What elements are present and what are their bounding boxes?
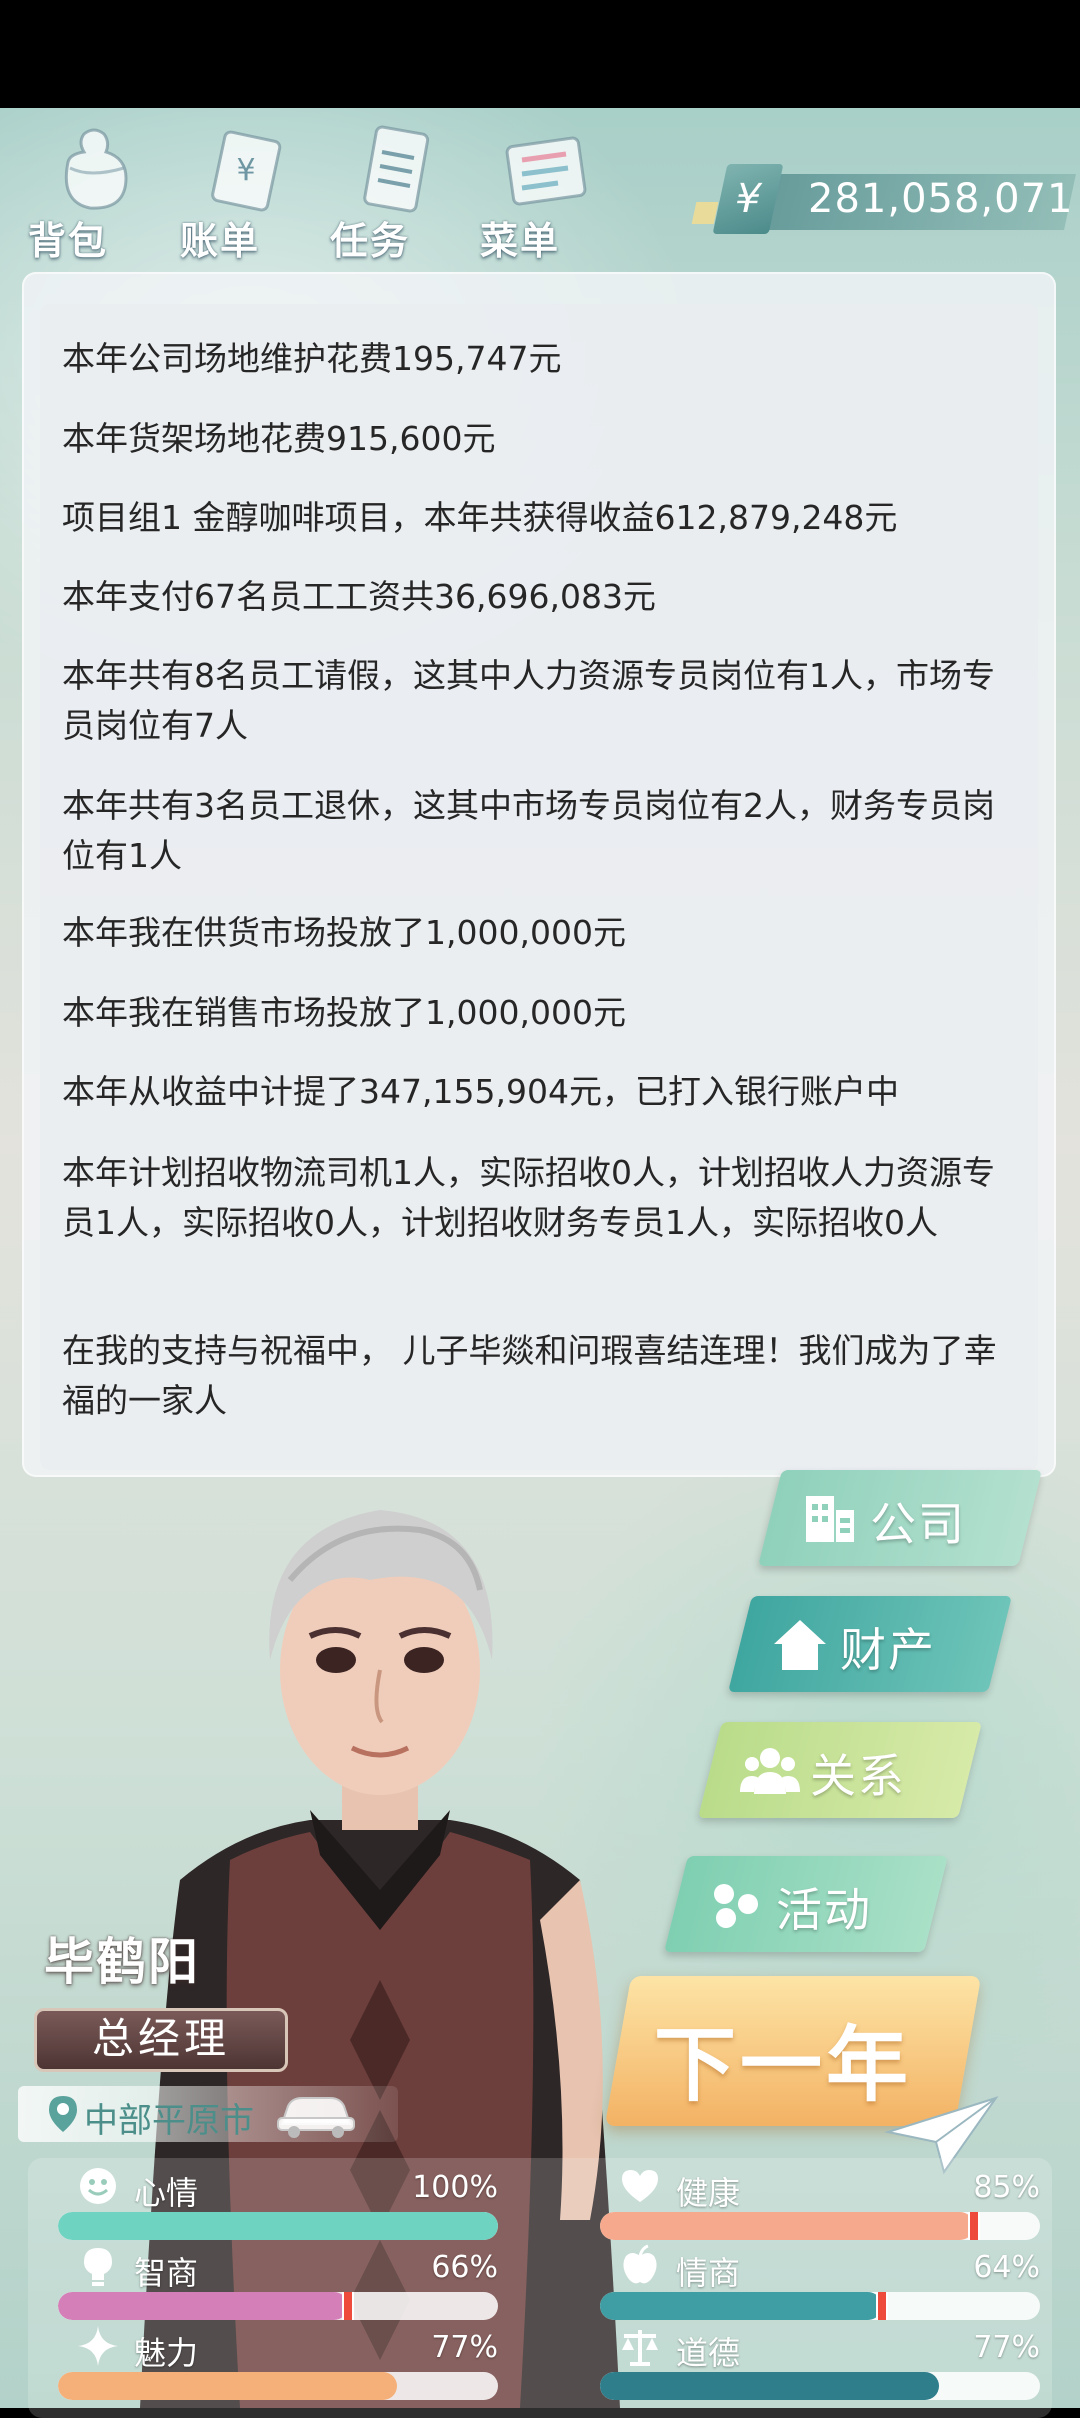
location-label: 中部平原市	[84, 2101, 254, 2141]
report-line: 本年从收益中计提了347,155,904元，已打入银行账户中	[62, 1072, 899, 1111]
stat-eq-marker	[875, 2292, 888, 2320]
stat-charm: 魅力 77%	[58, 2326, 498, 2402]
building-icon	[806, 1496, 854, 1542]
stat-iq-track	[58, 2292, 498, 2320]
money-display: ¥ 281,058,071	[691, 164, 1076, 234]
status-bar	[0, 0, 1080, 108]
property-button[interactable]: 财产	[728, 1596, 1012, 1692]
bag-label: 背包	[28, 219, 109, 263]
sparkle-icon	[78, 2326, 118, 2366]
report-line: 项目组1 金醇咖啡项目，本年共获得收益612,879,248元	[62, 498, 898, 537]
stat-mood-label: 心情	[134, 2174, 199, 2212]
report-line: 本年我在供货市场投放了1,000,000元	[62, 913, 626, 952]
bag-button[interactable]: 背包	[28, 118, 158, 263]
tasks-button[interactable]: 任务	[330, 118, 460, 263]
scales-icon	[622, 2330, 658, 2366]
lightbulb-icon	[84, 2248, 112, 2286]
stat-iq-marker	[342, 2292, 355, 2320]
stat-charm-label: 魅力	[134, 2334, 199, 2372]
stat-health-track	[600, 2212, 1040, 2240]
svg-text:¥: ¥	[236, 153, 255, 188]
stat-eq-track	[600, 2292, 1040, 2320]
stat-charm-track	[58, 2372, 498, 2400]
stat-health: 健康 85%	[600, 2166, 1040, 2242]
property-label: 财产	[840, 1623, 936, 1677]
tasks-label: 任务	[330, 219, 411, 263]
stat-mood-fill	[58, 2212, 498, 2240]
stat-health-percent: 85%	[973, 2170, 1040, 2205]
stat-eq-label: 情商	[676, 2254, 741, 2292]
annual-report-inner	[40, 304, 1038, 1470]
stat-morality-label: 道德	[676, 2334, 741, 2372]
report-line: 本年公司场地维护花费195,747元	[62, 339, 562, 378]
apple-icon	[623, 2244, 657, 2284]
money-amount: 281,058,071	[808, 176, 1074, 222]
report-line: 本年支付67名员工工资共36,696,083元	[62, 577, 656, 616]
player-title: 总经理	[91, 2014, 230, 2063]
ledger-icon: ¥	[211, 130, 282, 212]
stat-mood-track	[58, 2212, 498, 2240]
ledger-button[interactable]: ¥ 账单	[180, 118, 310, 263]
stat-health-fill	[600, 2212, 974, 2240]
menu-icon	[505, 136, 587, 206]
stat-charm-fill	[58, 2372, 397, 2400]
stat-iq-percent: 66%	[431, 2250, 498, 2285]
menu-label: 菜单	[480, 219, 561, 263]
activity-icon	[714, 1884, 758, 1928]
stat-health-label: 健康	[676, 2174, 741, 2212]
player-name: 毕鹤阳	[44, 1933, 200, 1991]
stat-eq-percent: 64%	[973, 2250, 1040, 2285]
stat-morality-track	[600, 2372, 1040, 2400]
bag-icon	[64, 128, 128, 210]
relations-label: 关系	[810, 1749, 906, 1803]
people-icon	[740, 1748, 800, 1794]
company-label: 公司	[870, 1497, 966, 1551]
tasks-icon	[363, 125, 430, 213]
report-line: 在我的支持与祝福中， 儿子毕燚和问瑕喜结连理！我们成为了幸福的一家人	[62, 1331, 997, 1420]
report-line: 本年计划招收物流司机1人，实际招收0人，计划招收人力资源专员1人，实际招收0人，…	[62, 1153, 995, 1242]
relations-button[interactable]: 关系	[698, 1722, 982, 1818]
report-line: 本年货架场地花费915,600元	[62, 419, 496, 458]
stat-morality-fill	[600, 2372, 939, 2400]
stat-morality: 道德 77%	[600, 2326, 1040, 2402]
smiley-icon	[80, 2168, 116, 2204]
stat-iq-fill	[58, 2292, 349, 2320]
location-bar[interactable]: 中部平原市	[18, 2086, 398, 2142]
stat-mood-percent: 100%	[412, 2170, 498, 2205]
company-button[interactable]: 公司	[758, 1470, 1042, 1566]
house-icon	[774, 1620, 826, 1670]
activity-label: 活动	[776, 1883, 872, 1937]
car-icon	[277, 2097, 355, 2138]
menu-button[interactable]: 菜单	[480, 118, 610, 263]
report-line: 本年共有3名员工退休，这其中市场专员岗位有2人，财务专员岗位有1人	[62, 786, 995, 875]
stat-iq-label: 智商	[134, 2254, 199, 2292]
stat-eq: 情商 64%	[600, 2244, 1040, 2322]
stat-mood: 心情 100%	[58, 2166, 498, 2242]
player-title-badge: 总经理	[34, 2008, 288, 2072]
heart-icon	[622, 2170, 658, 2202]
stat-iq: 智商 66%	[58, 2246, 498, 2322]
report-line: 本年共有8名员工请假，这其中人力资源专员岗位有1人，市场专员岗位有7人	[62, 656, 995, 745]
stat-eq-fill	[600, 2292, 882, 2320]
location-pin-icon	[49, 2096, 77, 2132]
stat-charm-percent: 77%	[431, 2330, 498, 2365]
stat-morality-percent: 77%	[973, 2330, 1040, 2365]
activity-button[interactable]: 活动	[664, 1856, 948, 1952]
ledger-label: 账单	[180, 219, 261, 263]
report-line: 本年我在销售市场投放了1,000,000元	[62, 993, 626, 1032]
stat-health-marker	[968, 2212, 980, 2240]
